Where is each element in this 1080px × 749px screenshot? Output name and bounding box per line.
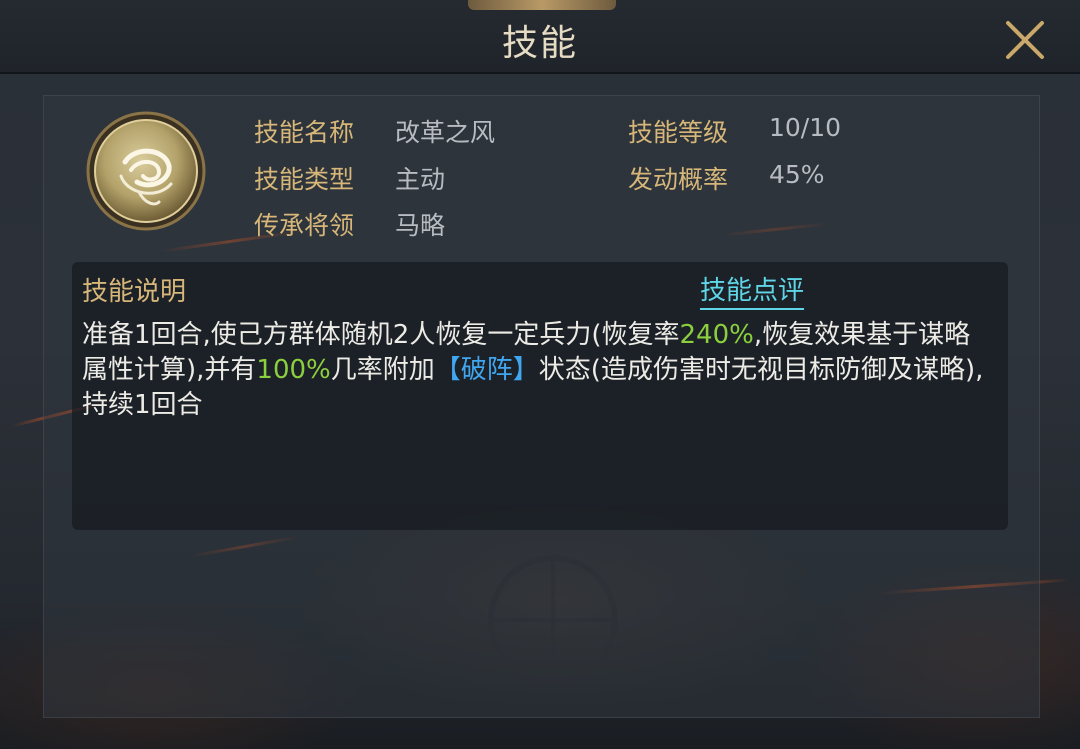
desc-segment: 准备1回合,使己方群体随机2人恢复一定兵力(恢复率	[82, 320, 680, 350]
header-ornament	[468, 0, 616, 10]
skill-name-label: 技能名称	[254, 118, 355, 147]
close-button[interactable]	[1000, 15, 1050, 65]
inherit-general-value: 马略	[395, 211, 446, 240]
inherit-general-row: 传承将领	[254, 206, 354, 242]
skill-level-value: 10/10	[769, 113, 842, 142]
inherit-general-label: 传承将领	[254, 211, 355, 240]
desc-segment: 几率附加	[330, 355, 435, 385]
inherit-general-value-row: 马略	[395, 206, 445, 242]
description-text: 准备1回合,使己方群体随机2人恢复一定兵力(恢复率240%,恢复效果基于谋略属性…	[82, 318, 992, 423]
skill-level-value-row: 10/10	[769, 113, 841, 142]
skill-type-label: 技能类型	[254, 165, 355, 194]
chance-highlight: 100%	[256, 355, 331, 385]
status-keyword: 【破阵】	[434, 355, 539, 385]
page-title: 技能	[501, 23, 578, 64]
trigger-rate-row: 发动概率	[628, 160, 728, 196]
skill-level-row: 技能等级	[628, 113, 728, 149]
skill-name-value-row: 改革之风	[395, 113, 495, 149]
skill-type-value: 主动	[395, 165, 446, 194]
trigger-rate-value-row: 45%	[769, 160, 825, 189]
close-icon	[1006, 21, 1044, 59]
skill-review-link[interactable]: 技能点评	[700, 270, 805, 310]
skill-name-value: 改革之风	[395, 118, 496, 147]
recovery-rate-highlight: 240%	[679, 320, 754, 350]
skill-name-row: 技能名称	[254, 113, 354, 149]
trigger-rate-value: 45%	[769, 160, 825, 189]
skill-icon	[85, 110, 207, 232]
whirlwind-icon	[86, 111, 206, 231]
trigger-rate-label: 发动概率	[628, 165, 729, 194]
skill-type-row: 技能类型	[254, 160, 354, 196]
skill-level-label: 技能等级	[628, 118, 729, 147]
title-bar: 技能	[0, 0, 1080, 74]
skill-type-value-row: 主动	[395, 160, 445, 196]
description-title: 技能说明	[82, 277, 187, 307]
